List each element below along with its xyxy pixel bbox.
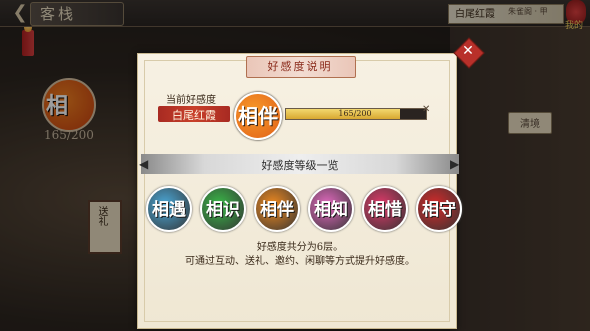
close-icon[interactable]: ✕ <box>460 43 476 59</box>
level-glyph: 相惜 <box>368 200 402 220</box>
level-glyph: 相知 <box>314 200 348 220</box>
level-glyph: 相识 <box>206 200 240 220</box>
current-affinity-label: 当前好感度 <box>166 95 216 106</box>
affinity-progress-text: 165/200 <box>338 109 372 118</box>
level-glyph: 相伴 <box>260 200 294 220</box>
progress-end-icon: ✕ <box>422 104 431 115</box>
levels-title: 好感度等级一览 <box>261 159 339 172</box>
description-line-2: 可通过互动、送礼、邀约、闲聊等方式提升好感度。 <box>185 256 415 267</box>
dialog-title: 好感度说明 <box>267 60 333 73</box>
level-glyph: 相遇 <box>152 200 186 220</box>
level-glyph: 相守 <box>422 200 456 220</box>
current-level-glyph: 相伴 <box>238 104 278 128</box>
description-line-1: 好感度共分为6层。 <box>256 242 344 253</box>
npc-name-label: 白尾红霞 <box>172 109 216 122</box>
